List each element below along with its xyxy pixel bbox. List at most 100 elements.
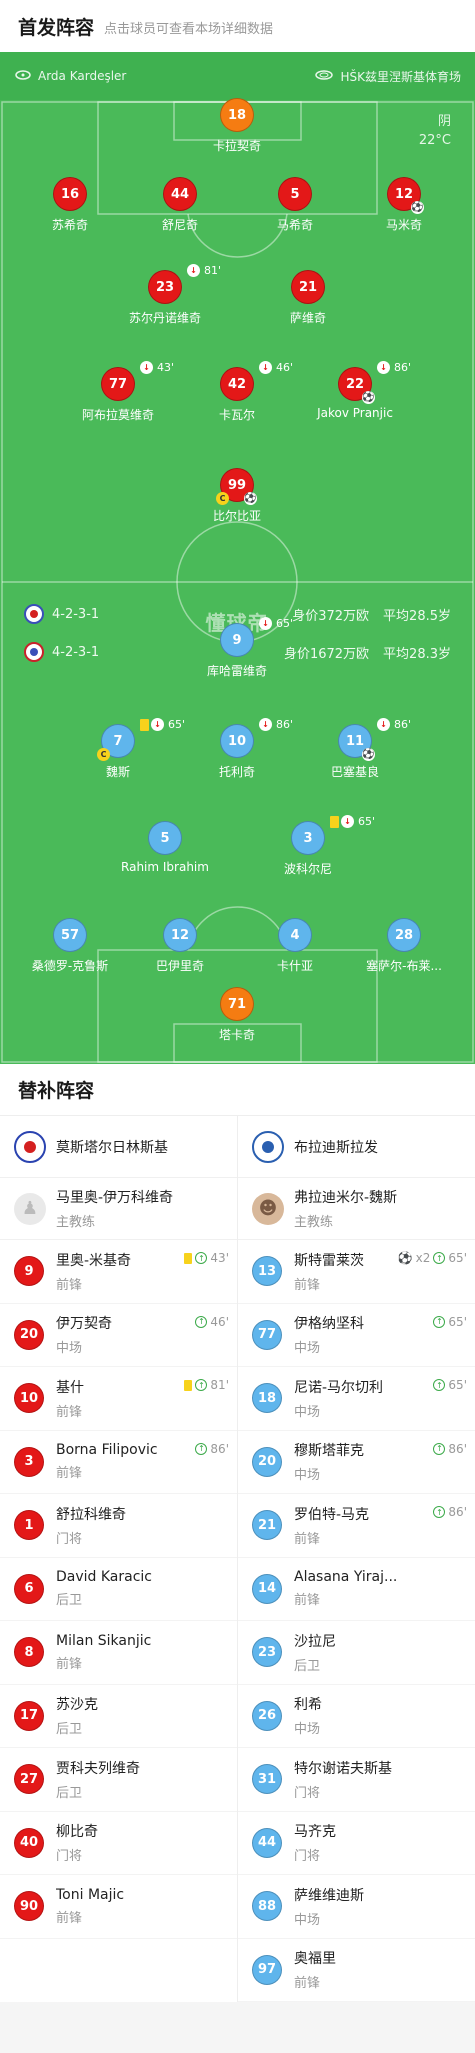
home-player[interactable]: 21 萨维奇 [248,270,368,326]
player-number: 11 [345,733,365,749]
home-player[interactable]: 22 ⚽ ↓ 86' Jakov Pranjic [295,361,415,420]
away-player[interactable]: 28 塞萨尔-布莱... [344,918,464,974]
home-player[interactable]: 44 舒尼奇 [120,177,240,233]
sub-player-row[interactable]: 1 舒拉科维奇 门将 [0,1494,237,1558]
away-player[interactable]: 3 ↓ 65' 波科尔尼 [248,815,375,877]
sub-player-row[interactable]: 26 利希 中场 [238,1685,475,1748]
sub-player-row[interactable]: 20 伊万契奇 中场 ↑ 46' [0,1304,237,1367]
home-team-header[interactable]: 莫斯塔尔日林斯基 [0,1116,237,1178]
home-player[interactable]: 12 ⚽ 马米奇 [344,177,464,233]
sub-player-position: 门将 [294,1849,321,1865]
sub-in-icon: ↑ [433,1315,446,1328]
sub-player-row[interactable]: 40 柳比奇 门将 [0,1812,237,1875]
sub-player-row[interactable]: 97 奥福里 前锋 [238,1939,475,2002]
sub-player-position: 门将 [294,1785,321,1801]
away-player[interactable]: 11 ⚽ ↓ 86' 巴塞基良 [295,718,415,780]
away-player[interactable]: 12 巴伊里奇 [120,918,240,974]
sub-out-icon: ↓ [259,718,272,731]
player-number-disc: 5 [148,821,182,855]
sub-player-row[interactable]: 8 Milan Sikanjic 前锋 [0,1621,237,1685]
sub-player-row[interactable]: 21 罗伯特-马克 前锋 ↑ 86' [238,1494,475,1558]
away-team-crest-icon [252,1130,284,1163]
sub-player-position: 中场 [294,1722,321,1738]
away-coach[interactable]: ☻ 弗拉迪米尔-魏斯 主教练 [238,1178,475,1240]
sub-player-row[interactable]: 23 沙拉尼 后卫 [238,1621,475,1685]
home-subs-list: 9 里奥-米基奇 前锋 ↑ 43' 20 伊万契奇 中场 ↑ 46' 10 基什 前锋 ↑ 81' 3 Born… [0,1240,237,1939]
home-player[interactable]: 99 C ⚽ 比尔比亚 [177,468,297,524]
player-number: 18 [227,107,247,123]
sub-out-time: 65' [358,815,376,828]
sub-player-row[interactable]: 9 里奥-米基奇 前锋 ↑ 43' [0,1240,237,1304]
sub-player-row[interactable]: 27 贾科夫列维奇 后卫 [0,1748,237,1812]
player-number: 57 [60,927,80,943]
sub-in-time: 65' [448,1314,467,1329]
home-player[interactable]: 5 马希奇 [235,177,355,233]
away-player[interactable]: 4 卡什亚 [235,918,355,974]
home-player[interactable]: 18 卡拉契奇 [177,98,297,154]
sub-player-name: 伊格纳坚科 [294,1316,364,1333]
player-name: Rahim Ibrahim [121,860,209,874]
home-team-summary: 4-2-3-1 身价372万欧 平均28.5岁 [24,604,451,624]
substitution-badges: ↓ 81' [187,264,221,277]
sub-out-icon: ↓ [259,361,272,374]
sub-player-row[interactable]: 18 尼诺-马尔切利 中场 ↑ 65' [238,1367,475,1431]
sub-player-row[interactable]: 17 苏沙克 后卫 [0,1685,237,1748]
sub-player-row[interactable]: 13 斯特雷莱茨 前锋 ⚽ x2 ↑ 65' [238,1240,475,1304]
away-team-header[interactable]: 布拉迪斯拉发 [238,1116,475,1178]
away-player[interactable]: 5 Rahim Ibrahim [105,821,225,874]
sub-player-number: 40 [14,1827,44,1858]
sub-player-number: 97 [252,1954,282,1985]
stadium-icon [314,69,334,84]
sub-player-number: 90 [14,1891,44,1922]
home-average-age: 平均28.5岁 [383,608,451,624]
home-team-crest-icon [14,1130,46,1163]
home-coach-role: 主教练 [56,1215,96,1230]
coach-avatar-placeholder-icon: ♟ [14,1192,46,1225]
player-number: 5 [290,186,300,202]
home-coach[interactable]: ♟ 马里奥-伊万科维奇 主教练 [0,1178,237,1240]
sub-player-row[interactable]: 14 Alasana Yiraj... 前锋 [238,1558,475,1621]
player-name: 阿布拉莫维奇 [81,408,154,422]
home-coach-name: 马里奥-伊万科维奇 [56,1190,174,1206]
sub-out-icon: ↓ [377,361,390,374]
sub-player-position: 后卫 [56,1722,83,1738]
sub-player-name: 利希 [294,1697,322,1714]
player-number: 7 [113,733,123,749]
sub-player-row[interactable]: 20 穆斯塔菲克 中场 ↑ 86' [238,1431,475,1494]
away-average-age: 平均28.3岁 [383,646,451,662]
away-coach-name: 弗拉迪米尔-魏斯 [294,1190,398,1206]
player-number-disc: 18 [220,98,254,132]
sub-player-row[interactable]: 6 David Karacic 后卫 [0,1558,237,1621]
home-team-name: 莫斯塔尔日林斯基 [56,1139,168,1156]
away-player[interactable]: 10 ↓ 86' 托利奇 [177,718,297,780]
sub-out-icon: ↓ [259,617,272,630]
away-player[interactable]: 7 C ↓ 65' 魏斯 [58,718,185,780]
home-player[interactable]: 23 ↓ 81' 苏尔丹诺维奇 [105,264,225,326]
sub-player-row[interactable]: 3 Borna Filipovic 前锋 ↑ 86' [0,1431,237,1494]
away-player[interactable]: 9 ↓ 65' 库哈雷维奇 [177,617,297,679]
sub-in-time: 65' [448,1378,467,1392]
sub-in-icon: ↑ [433,1252,446,1264]
sub-player-name: David Karacic [56,1569,153,1586]
sub-event: ↑ 65' [433,1378,467,1392]
home-player[interactable]: 16 苏希奇 [10,177,130,233]
player-name: 马米奇 [385,218,422,232]
home-player[interactable]: 77 ↓ 43' 阿布拉莫维奇 [58,361,178,423]
sub-player-position: 中场 [56,1341,83,1357]
sub-player-row[interactable]: 44 马齐克 门将 [238,1812,475,1875]
sub-in-icon: ↑ [195,1315,208,1328]
player-number-disc: 77 [101,367,135,401]
player-number: 16 [60,186,80,202]
player-number-disc: 16 [53,177,87,211]
away-player[interactable]: 57 桑德罗-克鲁斯 [10,918,130,974]
sub-player-row[interactable]: 31 特尔谢诺夫斯基 门将 [238,1748,475,1812]
home-player[interactable]: 42 ↓ 46' 卡瓦尔 [177,361,297,423]
sub-player-name: 里奥-米基奇 [56,1252,132,1269]
player-number: 77 [108,376,128,392]
sub-player-row[interactable]: 90 Toni Majic 前锋 [0,1875,237,1939]
away-player[interactable]: 71 塔卡奇 [177,987,297,1043]
sub-player-row[interactable]: 10 基什 前锋 ↑ 81' [0,1367,237,1431]
player-number: 10 [227,733,247,749]
sub-player-row[interactable]: 77 伊格纳坚科 中场 ↑ 65' [238,1304,475,1367]
sub-player-row[interactable]: 88 萨维维迪斯 中场 [238,1875,475,1939]
